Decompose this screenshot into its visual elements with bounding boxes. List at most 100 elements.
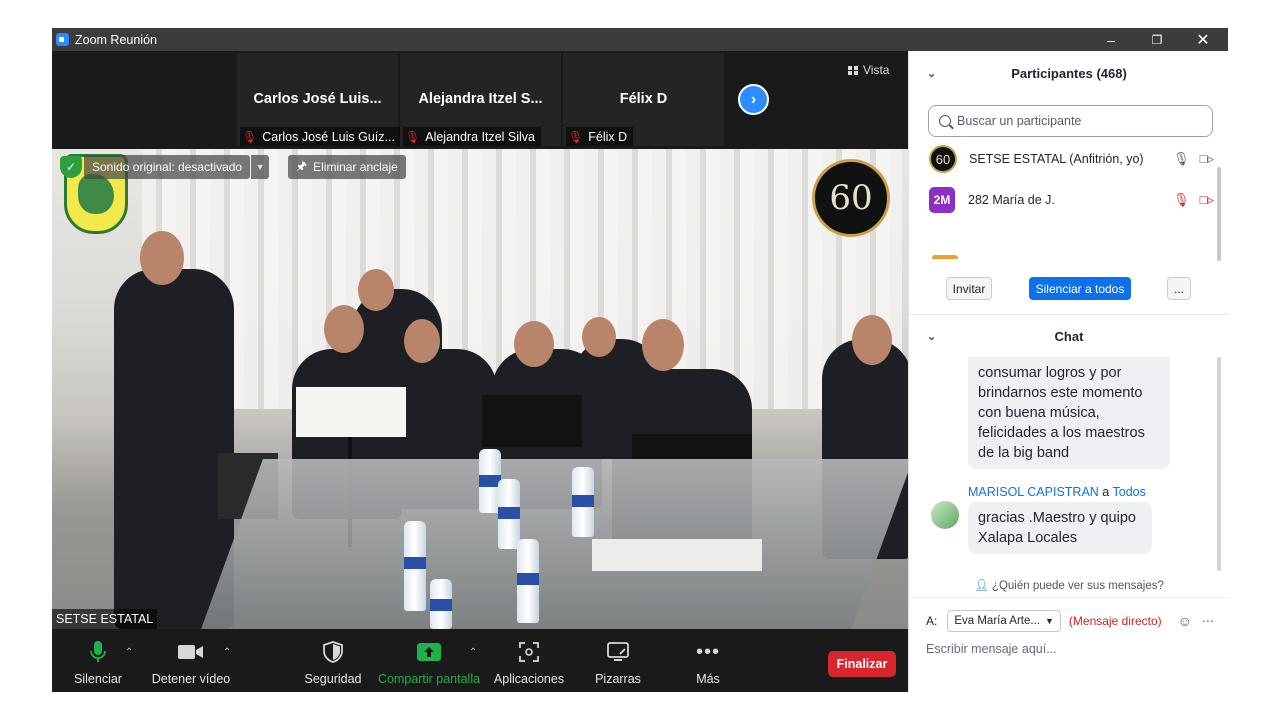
musician-head — [404, 319, 440, 363]
chat-recipient: Todos — [1112, 485, 1146, 499]
mute-label: Silenciar — [74, 672, 122, 686]
participants-more-button[interactable]: ... — [1167, 277, 1191, 300]
who-can-see-label: ¿Quién puede ver sus mensajes? — [991, 580, 1164, 592]
mic-off-icon: 🎙︎ — [405, 129, 421, 144]
emoji-icon[interactable]: ☺ — [1178, 613, 1192, 629]
end-meeting-button[interactable]: Finalizar — [828, 651, 896, 677]
participant-search-input[interactable]: Buscar un participante — [928, 105, 1213, 137]
water-bottle — [430, 579, 452, 629]
whiteboards-button[interactable]: Pizarras — [592, 633, 644, 692]
chat-scrollbar[interactable] — [1217, 357, 1221, 571]
water-bottle — [404, 521, 426, 611]
participant-thumbnail[interactable]: Félix D 🎙︎ Félix D — [563, 53, 724, 146]
grid-icon — [848, 65, 858, 75]
participant-name: SETSE ESTATAL (Anfitrión, yo) — [969, 152, 1144, 166]
thumbnail-label-text: Félix D — [588, 129, 628, 144]
chevron-right-icon: › — [750, 90, 757, 108]
original-sound-control[interactable]: ✓ Sonido original: desactivado ▼ — [60, 155, 270, 179]
stop-video-button[interactable]: Detener vídeo — [152, 633, 230, 692]
participant-status-icons: 🎙︎ □▹ — [1173, 192, 1214, 208]
chevron-down-icon: ▼ — [1045, 616, 1054, 626]
shield-icon: ✓ — [60, 156, 82, 178]
chat-message-bubble: gracias .Maestro y quipo Xalapa Locales — [968, 502, 1152, 554]
thumbnail-label: 🎙︎ Alejandra Itzel Silva — [403, 127, 542, 146]
divider — [909, 314, 1229, 315]
invite-button[interactable]: Invitar — [946, 277, 992, 300]
participant-status-icons: 🎙︎ □▹ — [1173, 151, 1214, 167]
speaker-head — [140, 231, 184, 285]
participant-row[interactable]: 2M 282 María de J. 🎙︎ □▹ — [929, 185, 1214, 215]
chevron-down-icon[interactable]: ⌄ — [927, 330, 936, 343]
person-lock-icon: 👤︎ — [974, 580, 989, 592]
water-bottle — [498, 479, 520, 549]
zoom-app-icon — [56, 33, 69, 46]
thumbnail-label: 🎙︎ Félix D — [566, 127, 634, 146]
chat-sender-line: MARISOL CAPISTRAN a Todos — [968, 485, 1146, 499]
view-label: Vista — [863, 63, 890, 77]
chat-title: Chat — [1054, 328, 1084, 344]
share-screen-button[interactable]: Compartir pantalla — [378, 633, 480, 692]
close-button[interactable]: ✕ — [1180, 28, 1226, 51]
view-button[interactable]: Vista — [848, 63, 889, 77]
next-page-button[interactable]: › — [738, 84, 769, 115]
thumbnail-label-text: Alejandra Itzel Silva — [425, 129, 536, 144]
chat-recipient-row: A: Eva María Arte... ▼ (Mensaje directo)… — [926, 610, 1216, 632]
chevron-up-icon[interactable]: ⌃ — [223, 647, 231, 658]
mute-button[interactable]: Silenciar — [74, 633, 122, 692]
chat-header: ⌄ Chat — [909, 325, 1229, 347]
meeting-toolbar: Silenciar ⌃ Detener vídeo ⌃ Seguridad Co… — [52, 633, 908, 692]
mic-off-icon: 🎙︎ — [242, 129, 258, 144]
video-area: Carlos José Luis... 🎙︎ Carlos José Luis G… — [52, 51, 908, 692]
speaker-name-label: SETSE ESTATAL — [52, 609, 158, 629]
search-placeholder: Buscar un participante — [957, 114, 1082, 128]
mute-all-button[interactable]: Silenciar a todos — [1029, 277, 1131, 300]
mic-off-icon: 🎙︎ — [568, 129, 584, 144]
chat-sender: MARISOL CAPISTRAN — [968, 485, 1099, 499]
mic-muted-icon[interactable]: 🎙︎ — [1173, 192, 1190, 208]
video-off-icon[interactable]: □▹ — [1200, 192, 1214, 208]
microphone-icon — [85, 639, 111, 665]
unpin-button[interactable]: 🖈︎ Eliminar anclaje — [288, 155, 406, 179]
pin-icon: 🖈︎ — [296, 158, 308, 173]
unpin-control[interactable]: 🖈︎ Eliminar anclaje — [288, 155, 406, 179]
microphone-icon[interactable]: 🎙︎ — [1173, 151, 1190, 167]
participant-thumbnail[interactable]: Carlos José Luis... 🎙︎ Carlos José Luis G… — [237, 53, 401, 146]
shield-icon — [320, 639, 346, 665]
more-icon: ••• — [695, 640, 720, 663]
minimize-button[interactable]: – — [1088, 28, 1134, 51]
security-button[interactable]: Seguridad — [304, 633, 362, 692]
glass-table — [201, 459, 908, 629]
restore-button[interactable]: ❐ — [1134, 28, 1180, 51]
logo-emblem — [78, 174, 114, 214]
who-can-see-link[interactable]: 👤︎ ¿Quién puede ver sus mensajes? — [909, 578, 1229, 592]
chevron-up-icon[interactable]: ⌃ — [125, 647, 133, 658]
video-camera-icon — [178, 639, 204, 665]
chevron-up-icon[interactable]: ⌃ — [469, 647, 477, 658]
participant-name: 282 María de J. — [968, 193, 1055, 207]
chevron-down-icon[interactable]: ⌄ — [927, 67, 936, 80]
video-camera-icon[interactable]: □▹ — [1200, 151, 1214, 167]
participant-row[interactable]: 60 SETSE ESTATAL (Anfitrión, yo) 🎙︎ □▹ — [929, 144, 1214, 174]
chat-message-bubble: consumar logros y por brindarnos este mo… — [968, 357, 1170, 469]
recipient-dropdown[interactable]: Eva María Arte... ▼ — [947, 610, 1061, 632]
avatar: 60 — [929, 145, 957, 173]
music-sheet — [296, 387, 406, 437]
direct-message-label: (Mensaje directo) — [1068, 614, 1162, 628]
participants-title: Participantes (468) — [1011, 65, 1127, 81]
divider — [909, 597, 1229, 598]
apps-label: Aplicaciones — [493, 672, 565, 686]
unpin-label: Eliminar anclaje — [313, 160, 398, 174]
main-video[interactable]: ✓ Sonido original: desactivado ▼ 🖈︎ Elimi… — [52, 149, 908, 629]
more-button[interactable]: ••• Más — [688, 633, 728, 692]
chat-sep: a — [1102, 485, 1110, 499]
more-icon[interactable]: ⋯ — [1202, 614, 1214, 628]
whiteboard-icon — [605, 639, 631, 665]
apps-button[interactable]: Aplicaciones — [494, 633, 564, 692]
chevron-down-icon[interactable]: ▼ — [251, 155, 270, 179]
chat-message-input[interactable]: Escribir mensaje aquí... — [926, 642, 1057, 656]
participant-thumbnail[interactable]: Alejandra Itzel S... 🎙︎ Alejandra Itzel S… — [400, 53, 561, 146]
original-sound-label[interactable]: Sonido original: desactivado — [84, 155, 251, 179]
musician-head — [358, 269, 394, 311]
musician-head — [582, 317, 616, 357]
participants-scrollbar[interactable] — [1217, 167, 1221, 261]
